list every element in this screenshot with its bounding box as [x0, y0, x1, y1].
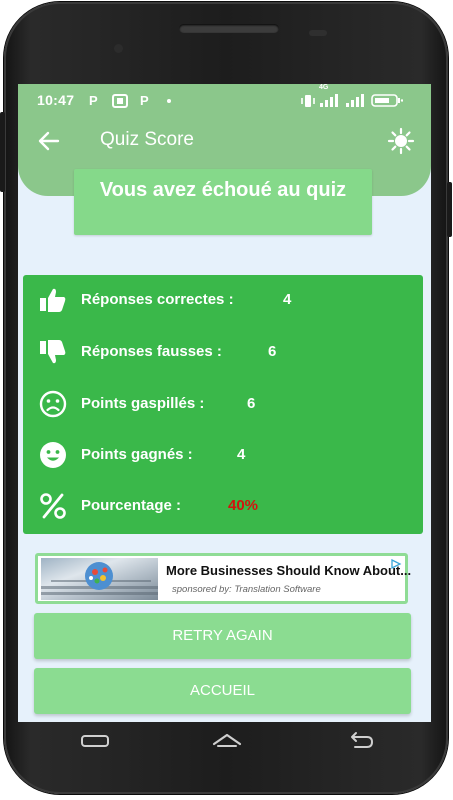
signal-icon: [346, 94, 364, 107]
stat-value: 6: [268, 343, 277, 360]
stat-label: Réponses correctes :: [81, 291, 234, 308]
stat-label: Points gaspillés :: [81, 395, 205, 412]
stat-label: Réponses fausses :: [81, 343, 222, 360]
proximity-sensor: [309, 30, 327, 36]
battery-icon: [371, 94, 403, 107]
home-icon[interactable]: [210, 730, 244, 752]
stat-row-correct: Réponses correctes : 4: [23, 283, 423, 317]
sad-face-icon: [39, 390, 67, 418]
smile-face-icon: [40, 442, 66, 468]
earpiece-speaker: [179, 24, 279, 33]
ad-title: More Businesses Should Know About...: [166, 563, 412, 578]
stat-row-wasted: Points gaspillés : 6: [23, 387, 423, 421]
stat-value: 4: [283, 291, 292, 308]
volume-button: [0, 112, 5, 192]
app-icon: [112, 94, 128, 108]
stat-row-earned: Points gagnés : 4: [23, 438, 423, 472]
retry-button[interactable]: RETRY AGAIN: [34, 613, 411, 659]
stat-label: Pourcentage :: [81, 497, 182, 514]
app-bar: Quiz Score: [18, 124, 431, 158]
ad-choices-icon[interactable]: [390, 558, 402, 570]
stat-row-wrong: Réponses fausses : 6: [23, 335, 423, 369]
device-nav-bar: [0, 722, 453, 762]
front-camera: [114, 44, 123, 53]
percent-icon: [40, 493, 66, 519]
power-button: [447, 182, 452, 237]
ad-banner[interactable]: More Businesses Should Know About... spo…: [35, 553, 412, 604]
status-bar: 10:47 P P 4G: [18, 84, 431, 114]
ad-sponsor: sponsored by: Translation Software: [172, 584, 321, 595]
ad-keyboard-globe-image: [41, 562, 158, 595]
ad-image: [41, 558, 158, 600]
home-button[interactable]: ACCUEIL: [34, 668, 411, 714]
percentage-value: 40%: [228, 497, 259, 514]
signal-4g-icon: [320, 94, 338, 107]
parking-icon: P: [89, 93, 98, 108]
recent-apps-icon[interactable]: [78, 730, 112, 752]
status-time: 10:47: [37, 92, 75, 108]
thumbs-down-icon: [40, 340, 66, 364]
network-type-label: 4G: [319, 84, 329, 91]
back-nav-icon[interactable]: [343, 730, 377, 752]
app-screen: 10:47 P P 4G Quiz Score Vous avez échoué…: [18, 84, 431, 722]
vibrate-icon: [301, 95, 315, 107]
arrow-left-icon[interactable]: [36, 128, 62, 154]
stat-value: 6: [247, 395, 256, 412]
brightness-icon[interactable]: [387, 127, 415, 155]
stat-label: Points gagnés :: [81, 446, 193, 463]
stat-row-percentage: Pourcentage : 40%: [23, 489, 423, 523]
thumbs-up-icon: [40, 288, 66, 312]
notification-dot: [167, 99, 171, 103]
parking-icon: P: [140, 93, 149, 108]
stat-value: 4: [237, 446, 246, 463]
score-stats-panel: Réponses correctes : 4 Réponses fausses …: [23, 275, 423, 534]
result-banner: Vous avez échoué au quiz: [74, 169, 372, 235]
page-title: Quiz Score: [100, 129, 194, 150]
